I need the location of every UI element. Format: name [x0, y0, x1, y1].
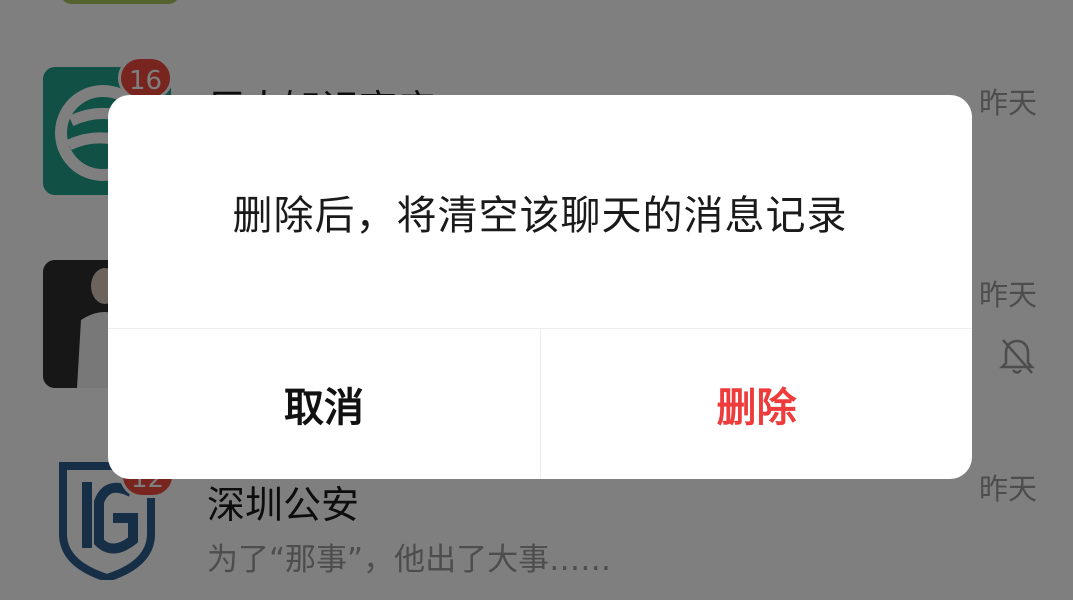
cancel-button[interactable]: 取消	[108, 329, 540, 479]
dialog-message: 删除后，将清空该聊天的消息记录	[232, 192, 848, 239]
delete-confirm-dialog: 删除后，将清空该聊天的消息记录 取消 删除	[108, 95, 972, 479]
delete-button[interactable]: 删除	[541, 329, 972, 479]
